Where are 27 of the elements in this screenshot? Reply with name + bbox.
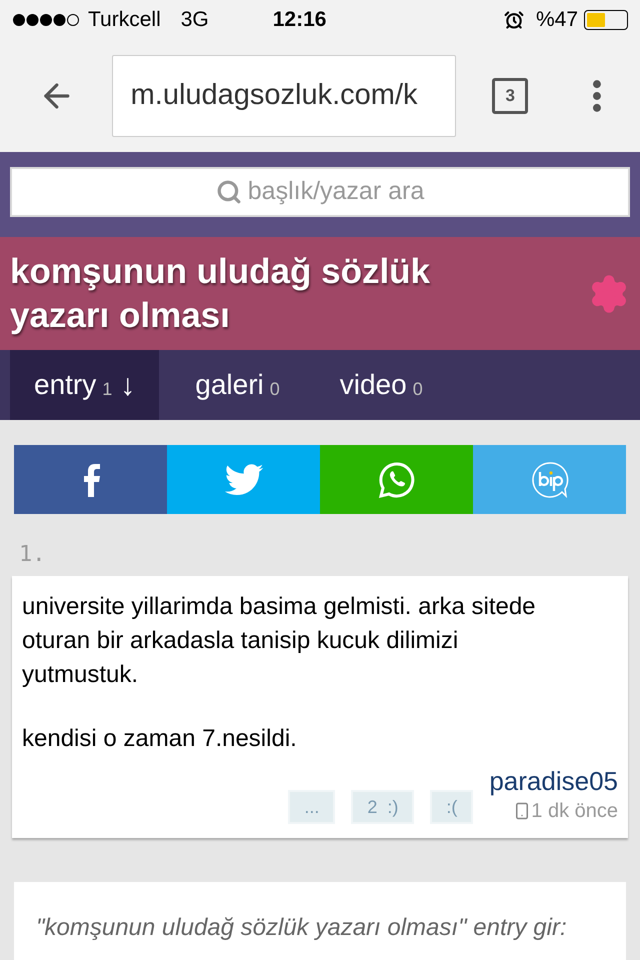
tab[interactable]: video 0 [316,350,447,420]
share-button[interactable] [14,445,167,514]
tab[interactable]: galeri 0 [171,350,304,420]
clock-time: 12:16 [272,7,326,34]
bip-logo-icon [530,460,570,500]
menu-icon[interactable] [592,79,602,113]
author-link[interactable]: paradise05 [489,766,618,796]
search-placeholder: başlık/yazar ara [248,176,424,208]
phone-bubble-icon [378,460,416,498]
battery-percent: %47 [536,7,578,34]
topic-title: komşunun uludağ sözlük yazarı olması [10,250,432,336]
entry-text: universite yillarimda basima gelmisti. arka sitede oturan bir arkadasla tanisip kucuk dilimizi yutmustuk. [22,592,537,690]
entry-number: 1. [19,542,46,568]
share-button[interactable] [320,445,473,514]
entry-text: kendisi o zaman 7.nesildi. [22,724,298,754]
tab-count-button[interactable]: 3 [492,78,528,114]
alarm-icon [504,10,524,30]
battery-icon [584,10,628,30]
compose-prompt: "komşunun uludağ sözlük yazarı olması" entry gir: [36,913,568,943]
search-icon [216,179,242,205]
bird-icon [224,464,264,496]
tab[interactable]: entry 1 ↓ [10,350,160,420]
carrier-name: Turkcell [88,7,161,34]
url-field[interactable]: m.uludagsozluk.com/k [112,55,456,137]
signal-icon [12,13,82,27]
network-type: 3G [180,7,209,34]
entry-time: 1 dk önce [531,799,618,824]
